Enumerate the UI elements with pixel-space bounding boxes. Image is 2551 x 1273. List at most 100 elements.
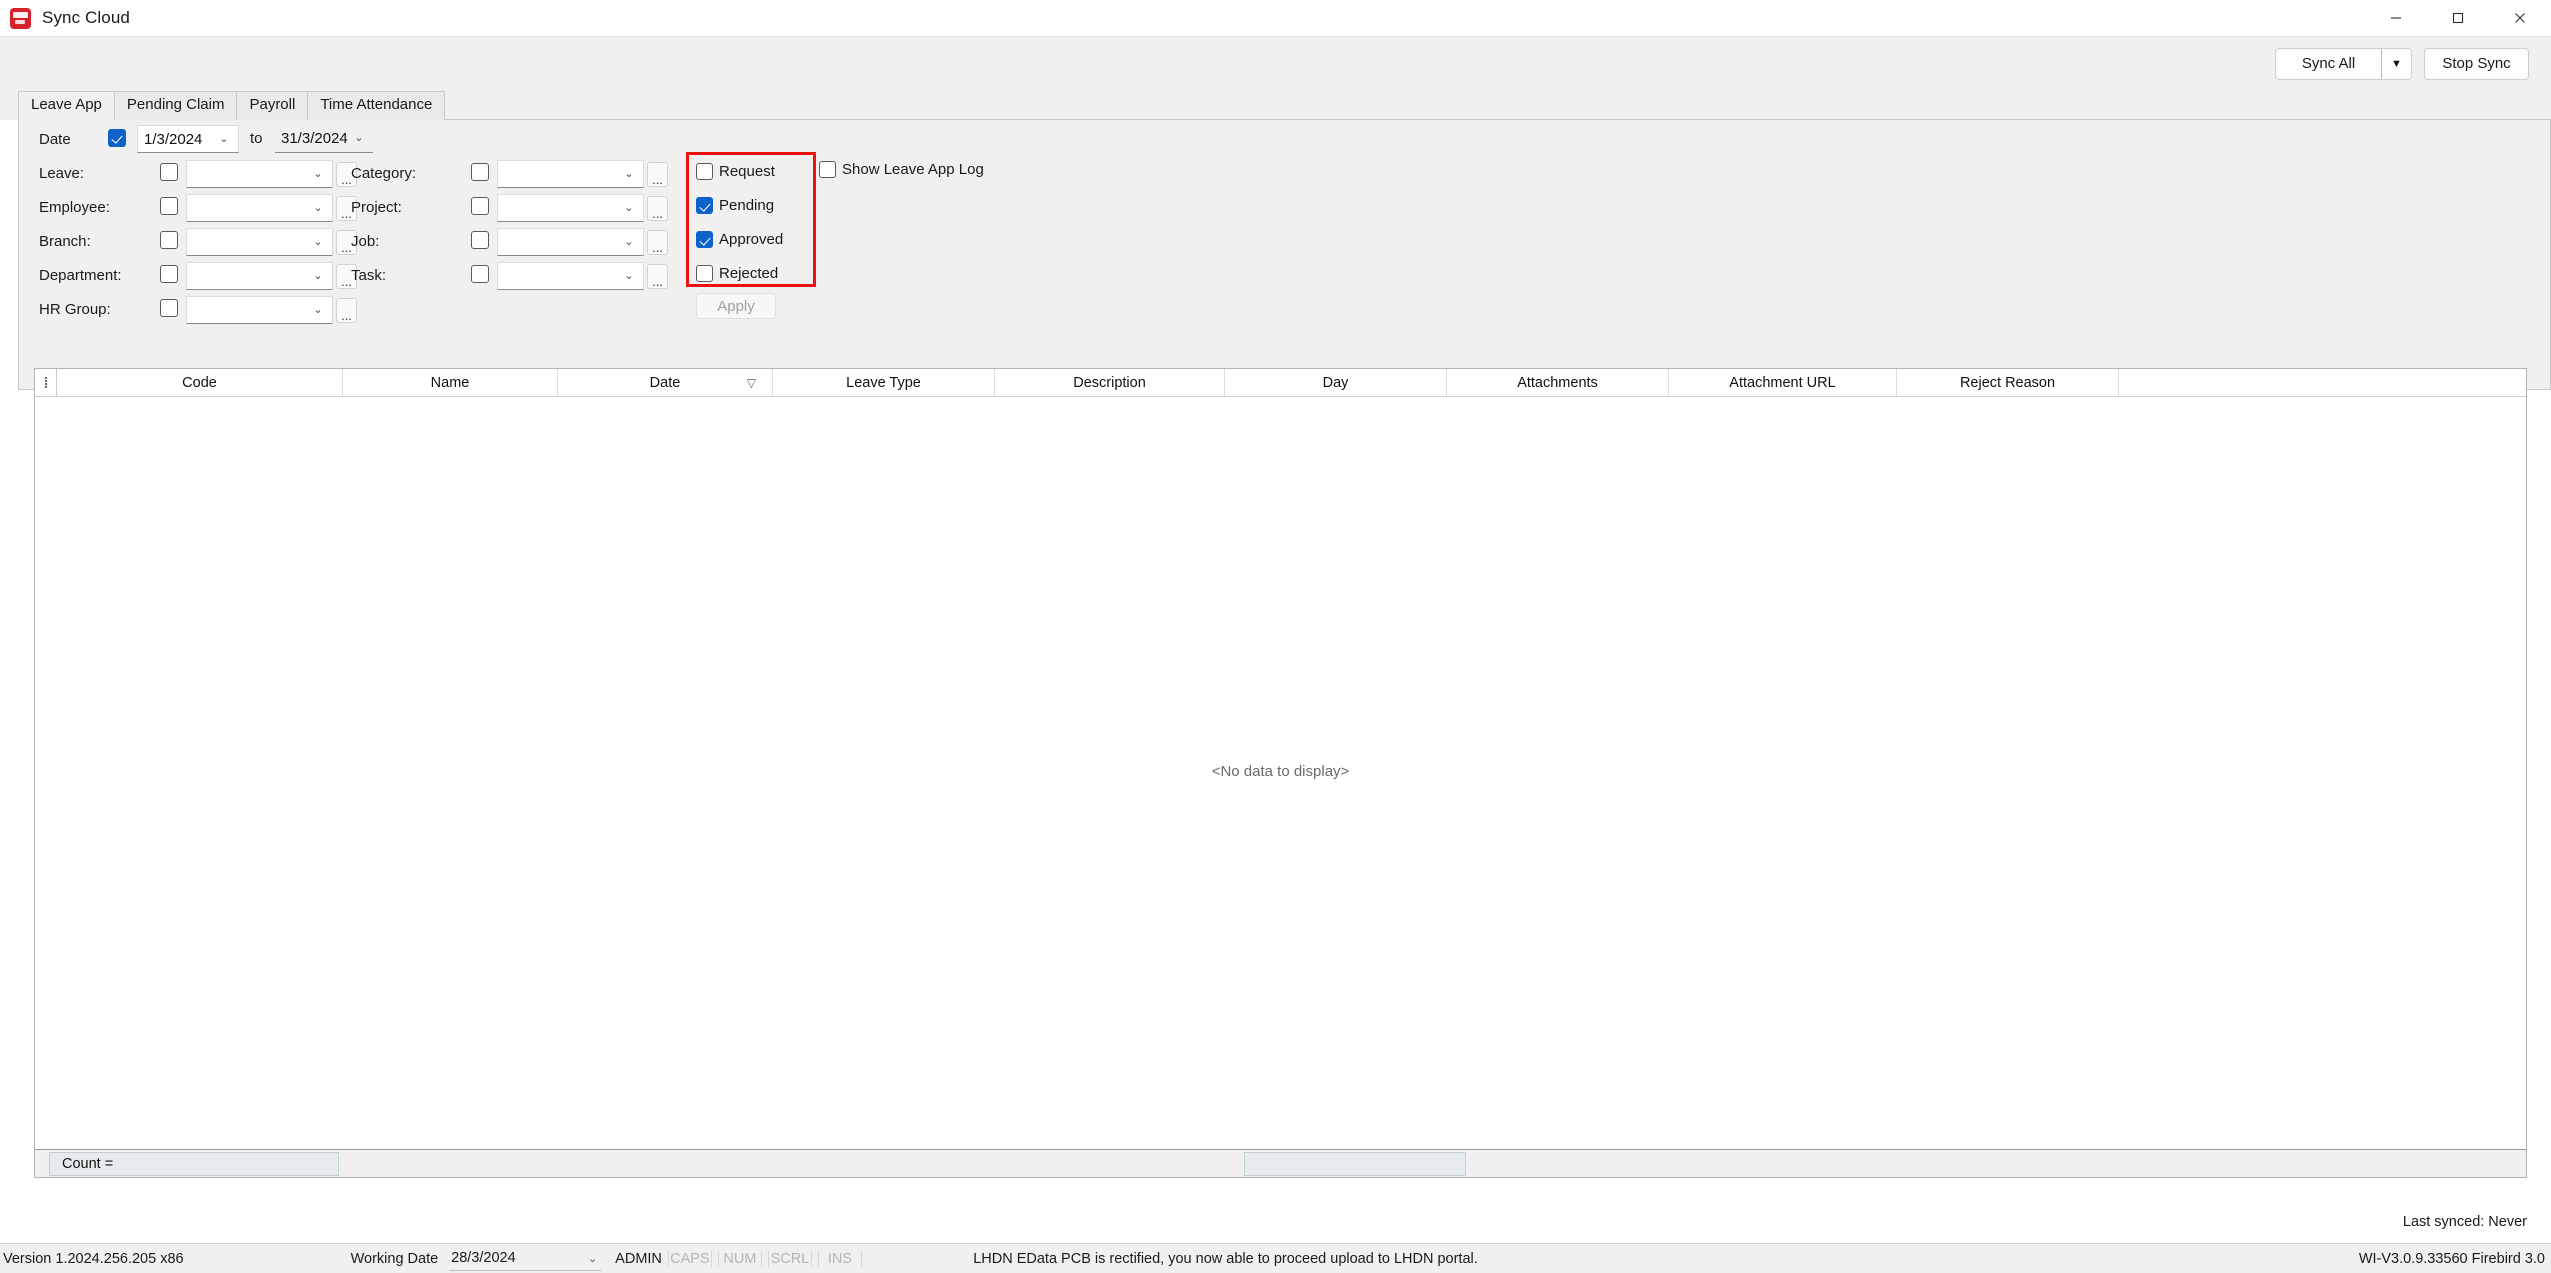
project-filter-checkbox[interactable] <box>471 197 489 215</box>
grid-row-indicator-header <box>35 369 57 396</box>
date-label: Date <box>39 131 71 148</box>
branch-filter-combo[interactable]: ⌄ <box>186 228 333 256</box>
close-icon[interactable] <box>2489 0 2551 36</box>
grid-empty-message: <No data to display> <box>1211 762 1350 780</box>
status-pending-checkbox[interactable] <box>696 197 713 214</box>
category-filter-checkbox[interactable] <box>471 163 489 181</box>
job-filter-label: Job: <box>351 233 380 250</box>
project-filter-combo[interactable]: ⌄ <box>497 194 644 222</box>
column-header-attachment-url[interactable]: Attachment URL <box>1669 369 1897 396</box>
date-enable-checkbox[interactable] <box>108 129 126 147</box>
chevron-down-icon: ⌄ <box>624 235 634 248</box>
status-message: LHDN EData PCB is rectified, you now abl… <box>973 1250 1478 1267</box>
sync-all-dropdown-icon[interactable]: ▼ <box>2381 48 2411 79</box>
status-pending-label: Pending <box>719 197 775 214</box>
date-to-combo[interactable]: 31/3/2024 ⌄ <box>275 125 373 153</box>
column-header-description[interactable]: Description <box>995 369 1225 396</box>
tab-strip: Leave App Pending Claim Payroll Time Att… <box>0 90 2551 121</box>
employee-filter-combo[interactable]: ⌄ <box>186 194 333 222</box>
hr-group-filter-combo[interactable]: ⌄ <box>186 296 333 324</box>
status-filter-group: Request Pending Approved Rejected <box>686 152 816 287</box>
column-header-attachments[interactable]: Attachments <box>1447 369 1669 396</box>
status-approved-checkbox[interactable] <box>696 231 713 248</box>
grid-footer-secondary-cell <box>1244 1151 1466 1176</box>
job-filter-checkbox[interactable] <box>471 231 489 249</box>
date-from-combo[interactable]: 1/3/2024 ⌄ <box>137 125 239 153</box>
branch-filter-checkbox[interactable] <box>160 231 178 249</box>
chevron-down-icon: ⌄ <box>624 167 634 180</box>
show-leave-app-log-label: Show Leave App Log <box>842 161 984 178</box>
date-from-value: 1/3/2024 <box>144 130 203 148</box>
sync-all-split-button[interactable]: Sync All ▼ <box>2275 47 2412 80</box>
department-filter-checkbox[interactable] <box>160 265 178 283</box>
status-request-label: Request <box>719 163 775 180</box>
grid-footer: Count = <box>35 1149 2526 1177</box>
apply-button[interactable]: Apply <box>696 293 776 319</box>
column-header-leave-type[interactable]: Leave Type <box>773 369 995 396</box>
chevron-down-icon: ⌄ <box>313 167 323 180</box>
branch-filter-label: Branch: <box>39 233 91 250</box>
maximize-icon[interactable] <box>2427 0 2489 36</box>
project-filter-browse-button[interactable]: ... <box>647 196 668 221</box>
tab-time-attendance[interactable]: Time Attendance <box>307 91 446 120</box>
tab-leave-app[interactable]: Leave App <box>18 91 115 121</box>
tab-payroll[interactable]: Payroll <box>236 91 309 120</box>
category-filter-combo[interactable]: ⌄ <box>497 160 644 188</box>
leave-filter-combo[interactable]: ⌄ <box>186 160 333 188</box>
task-filter-label: Task: <box>351 267 387 284</box>
status-request-checkbox[interactable] <box>696 163 713 180</box>
job-filter-combo[interactable]: ⌄ <box>497 228 644 256</box>
grid-body: <No data to display> <box>35 397 2526 1149</box>
window-title: Sync Cloud <box>42 8 130 27</box>
stop-sync-button[interactable]: Stop Sync <box>2424 47 2529 80</box>
hr-group-filter-browse-button[interactable]: ... <box>336 298 357 323</box>
filter-panel: Date 1/3/2024 ⌄ to 31/3/2024 ⌄ Leave: ⌄ … <box>18 120 2551 390</box>
tab-pending-claim[interactable]: Pending Claim <box>113 91 238 120</box>
chevron-down-icon: ⌄ <box>313 201 323 214</box>
column-header-filler <box>2119 369 2526 396</box>
date-to-value: 31/3/2024 <box>281 130 348 147</box>
job-filter-browse-button[interactable]: ... <box>647 230 668 255</box>
leave-app-grid: Code Name Date ▽ Leave Type Description … <box>34 368 2527 1178</box>
column-header-date-label: Date <box>649 374 681 391</box>
task-filter-combo[interactable]: ⌄ <box>497 262 644 290</box>
chevron-down-icon: ⌄ <box>624 201 634 214</box>
grid-count-cell: Count = <box>49 1151 339 1176</box>
minimize-icon[interactable] <box>2365 0 2427 36</box>
window-controls <box>2365 0 2551 36</box>
chevron-down-icon: ⌄ <box>313 269 323 282</box>
hr-group-filter-label: HR Group: <box>39 301 111 318</box>
department-filter-label: Department: <box>39 267 122 284</box>
employee-filter-label: Employee: <box>39 199 110 216</box>
column-header-reject-reason[interactable]: Reject Reason <box>1897 369 2119 396</box>
status-rejected-checkbox[interactable] <box>696 265 713 282</box>
employee-filter-checkbox[interactable] <box>160 197 178 215</box>
sort-descending-icon: ▽ <box>746 375 756 390</box>
chevron-down-icon: ⌄ <box>219 132 229 145</box>
task-filter-browse-button[interactable]: ... <box>647 264 668 289</box>
build-version-text: WI-V3.0.9.33560 Firebird 3.0 <box>2358 1250 2545 1267</box>
chevron-down-icon: ⌄ <box>624 269 634 282</box>
status-rejected-label: Rejected <box>719 265 779 282</box>
chevron-down-icon: ⌄ <box>313 303 323 316</box>
project-filter-label: Project: <box>351 199 402 216</box>
leave-filter-label: Leave: <box>39 165 85 182</box>
task-filter-checkbox[interactable] <box>471 265 489 283</box>
grid-header-row: Code Name Date ▽ Leave Type Description … <box>35 369 2526 397</box>
last-synced-text: Last synced: Never <box>2402 1214 2527 1230</box>
date-to-label: to <box>250 130 263 147</box>
app-logo-icon <box>10 7 31 29</box>
category-filter-browse-button[interactable]: ... <box>647 162 668 187</box>
column-header-name[interactable]: Name <box>343 369 558 396</box>
title-bar: Sync Cloud <box>0 0 2551 36</box>
leave-filter-checkbox[interactable] <box>160 163 178 181</box>
show-leave-app-log-checkbox[interactable] <box>819 161 836 178</box>
column-header-code[interactable]: Code <box>57 369 343 396</box>
chevron-down-icon: ⌄ <box>313 235 323 248</box>
sync-all-button-label[interactable]: Sync All <box>2276 49 2381 79</box>
column-header-date[interactable]: Date ▽ <box>558 369 773 396</box>
hr-group-filter-checkbox[interactable] <box>160 299 178 317</box>
column-header-day[interactable]: Day <box>1225 369 1447 396</box>
category-filter-label: Category: <box>351 165 417 182</box>
department-filter-combo[interactable]: ⌄ <box>186 262 333 290</box>
